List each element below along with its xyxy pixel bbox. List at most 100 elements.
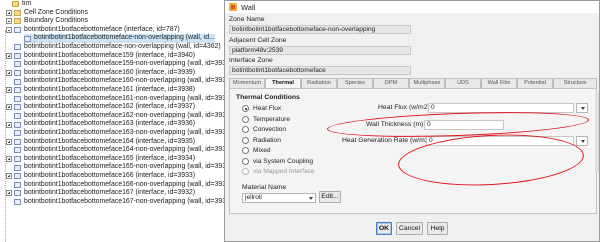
tree-item[interactable]: botintbotint1botfacebottomeface165 (inte… [6, 155, 195, 164]
dialog-scrollbar[interactable] [595, 91, 599, 171]
tree-item[interactable]: botintbotint1botfacebottomeface160-non-o… [14, 77, 232, 86]
boundary-face-icon [14, 130, 21, 137]
tab-structure[interactable]: Structure [553, 78, 597, 88]
tree-item[interactable]: botintbotint1botfacebottomeface (interfa… [6, 26, 180, 35]
tree-item[interactable]: botintbotint1botfacebottomeface163 (inte… [6, 120, 195, 129]
radio-label: via Mapped Interface [253, 168, 315, 175]
ok-button[interactable]: OK [376, 222, 392, 235]
tree-item[interactable]: botintbotint1botfacebottomeface159-non-o… [14, 60, 232, 69]
help-button[interactable]: Help [427, 222, 448, 235]
expand-icon[interactable] [6, 9, 12, 16]
radio-dot-icon [242, 115, 249, 123]
radio-convection[interactable]: Convection [242, 126, 286, 133]
boundary-face-icon [14, 52, 21, 59]
tree-item-selected[interactable]: botintbotint1botfacebottomeface-non-over… [24, 34, 215, 43]
radio-radiation[interactable]: Radiation [242, 136, 281, 144]
tree-item[interactable]: botintbotint1botfacebottomeface162-non-o… [14, 112, 232, 121]
adjacent-cell-zone-field: platform48v:2539 [229, 46, 411, 55]
boundary-face-icon [14, 164, 21, 171]
tree-item-label: botintbotint1botfacebottomeface-non-over… [34, 34, 215, 42]
tree-item[interactable]: botintbotint1botfacebottomeface161-non-o… [14, 95, 232, 104]
interface-zone-field: botintbotint1botfacebottomeface [229, 66, 411, 75]
tree-item-label: botintbotint1botfacebottomeface161-non-o… [24, 94, 233, 102]
tree-item-label: tim [22, 0, 32, 7]
tree-item-label: botintbotint1botfacebottomeface159-non-o… [24, 60, 233, 68]
tree-item[interactable]: botintbotint1botfacebottomeface166 (inte… [6, 172, 195, 181]
tree-item-label: botintbotint1botfacebottomeface160-non-o… [24, 77, 233, 85]
tree-item[interactable]: botintbotint1botfacebottomeface166-non-o… [14, 181, 232, 190]
radio-label: Mixed [253, 147, 271, 154]
chevron-down-icon [581, 140, 585, 143]
expand-icon[interactable] [6, 70, 12, 77]
radio-label: via System Coupling [253, 157, 314, 165]
collapse-icon[interactable] [6, 27, 12, 34]
edit-material-button[interactable]: Edit... [319, 191, 341, 203]
tree-item[interactable]: botintbotint1botfacebottomeface159 (inte… [6, 52, 195, 61]
radio-temperature[interactable]: Temperature [242, 115, 290, 123]
tree-item-label: Cell Zone Conditions [24, 8, 88, 16]
expand-icon[interactable] [6, 138, 12, 145]
tree-item-label: botintbotint1botfacebottomeface165-non-o… [24, 163, 233, 171]
tree-item[interactable]: botintbotint1botfacebottomeface160 (inte… [6, 69, 195, 78]
tree-item-label: botintbotint1botfacebottomeface167 (inte… [24, 189, 196, 197]
radio-dot-icon [242, 105, 249, 112]
interface-zone-label: Interface Zone [229, 57, 273, 64]
tab-uds[interactable]: UDS [445, 78, 481, 88]
tree-panel: tim Cell Zone Conditions Boundary Conditio… [0, 0, 240, 242]
tree-item-label: botintbotint1botfacebottomeface163 (inte… [24, 120, 196, 128]
radio-label: Radiation [253, 136, 281, 144]
tab-potential[interactable]: Potential [517, 78, 553, 88]
expand-icon[interactable] [6, 121, 12, 128]
tree-item-label: botintbotint1botfacebottomeface159 (inte… [24, 51, 196, 59]
tree-item[interactable]: botintbotint1botfacebottomeface165-non-o… [14, 163, 232, 172]
zone-name-label: Zone Name [229, 16, 265, 23]
tab-wall-film[interactable]: Wall Film [481, 78, 517, 88]
tree-item-label: Boundary Conditions [24, 17, 88, 25]
dialog-title: Wall [241, 2, 256, 12]
fluent-app-icon [229, 3, 237, 11]
radio-dot-icon [242, 147, 249, 154]
chevron-down-icon [309, 197, 313, 200]
tab-multiphase[interactable]: Multiphase [409, 78, 445, 88]
expand-icon[interactable] [6, 104, 12, 111]
tab-species[interactable]: Species [337, 78, 373, 88]
tree-item[interactable]: botintbotint1botfacebottomeface167-non-o… [14, 198, 232, 207]
collapse-icon[interactable] [6, 18, 12, 25]
zone-name-field[interactable]: botintbotint1botfacebottomeface-non-over… [229, 25, 411, 34]
tree-item[interactable]: tim [12, 0, 31, 9]
tree-item[interactable]: botintbotint1botfacebottomeface167 (inte… [6, 189, 195, 198]
dialog-titlebar[interactable]: Wall [225, 1, 599, 13]
tree-item[interactable]: botintbotint1botfacebottomeface163-non-o… [14, 129, 232, 138]
radio-mixed[interactable]: Mixed [242, 147, 271, 154]
radio-heat-flux[interactable]: Heat Flux [242, 105, 281, 112]
tab-momentum[interactable]: Momentum [229, 78, 265, 88]
heat-gen-dropdown[interactable] [576, 136, 588, 146]
tree-item[interactable]: Boundary Conditions [6, 17, 88, 26]
expand-icon[interactable] [6, 156, 12, 163]
boundary-face-icon [14, 190, 21, 197]
chevron-down-icon [581, 107, 585, 110]
tree-item[interactable]: botintbotint1botfacebottomeface164 (inte… [6, 138, 195, 147]
tree-item[interactable]: botintbotint1botfacebottomeface-non-over… [14, 43, 221, 52]
cancel-button[interactable]: Cancel [396, 222, 423, 235]
boundary-face-icon [14, 199, 21, 206]
boundary-face-icon [14, 27, 21, 34]
tab-dpm[interactable]: DPM [373, 78, 409, 88]
expand-icon[interactable] [6, 87, 12, 94]
tree-item[interactable]: Cell Zone Conditions [6, 9, 88, 18]
tree-item[interactable]: botintbotint1botfacebottomeface162 (inte… [6, 103, 195, 112]
expand-icon[interactable] [6, 190, 12, 197]
boundary-face-icon [14, 61, 21, 68]
expand-icon[interactable] [6, 52, 12, 59]
boundary-face-icon [14, 173, 21, 180]
material-name-select[interactable]: jellroll [242, 193, 316, 203]
material-name-label: Material Name [242, 184, 287, 191]
expand-icon[interactable] [6, 173, 12, 180]
boundary-face-icon [14, 95, 21, 102]
boundary-face-icon [14, 44, 21, 51]
tree-item[interactable]: botintbotint1botfacebottomeface164-non-o… [14, 146, 232, 155]
tree-item[interactable]: botintbotint1botfacebottomeface161 (inte… [6, 86, 195, 95]
radio-via-system-coupling[interactable]: via System Coupling [242, 157, 314, 165]
tab-radiation[interactable]: Radiation [301, 78, 337, 88]
heat-flux-dropdown[interactable] [576, 103, 588, 113]
